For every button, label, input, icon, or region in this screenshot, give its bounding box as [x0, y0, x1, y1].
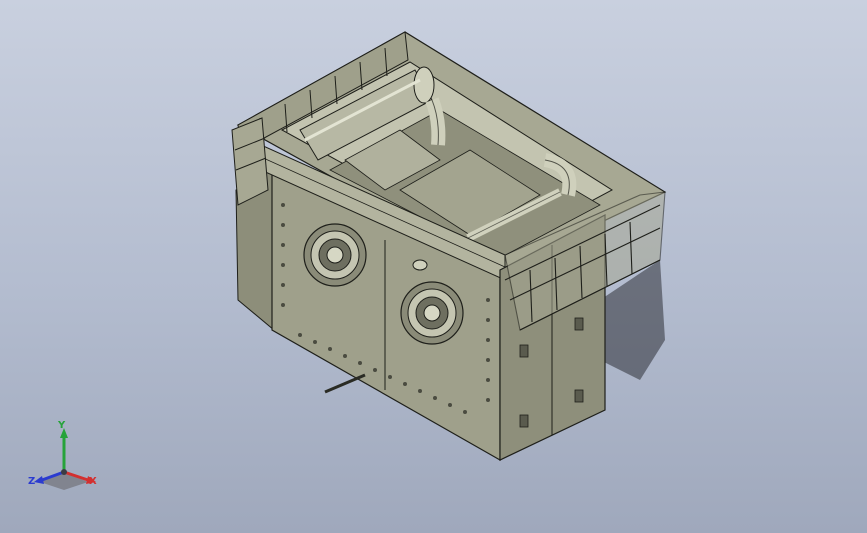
bottom-rod	[324, 373, 366, 394]
z-axis-label: Z	[28, 476, 36, 487]
coordinate-triad: Y Z X	[24, 418, 108, 498]
right-fan-port	[400, 281, 464, 345]
front-nozzle	[412, 259, 428, 271]
graphics-viewport[interactable]: Y Z X	[0, 0, 867, 533]
left-fan-port	[303, 223, 367, 287]
y-axis-label: Y	[58, 420, 66, 431]
left-guard-cage	[231, 117, 269, 206]
cad-model-enclosure[interactable]	[0, 0, 867, 533]
x-axis-label: X	[89, 476, 97, 487]
z-axis-arrow	[34, 476, 44, 484]
